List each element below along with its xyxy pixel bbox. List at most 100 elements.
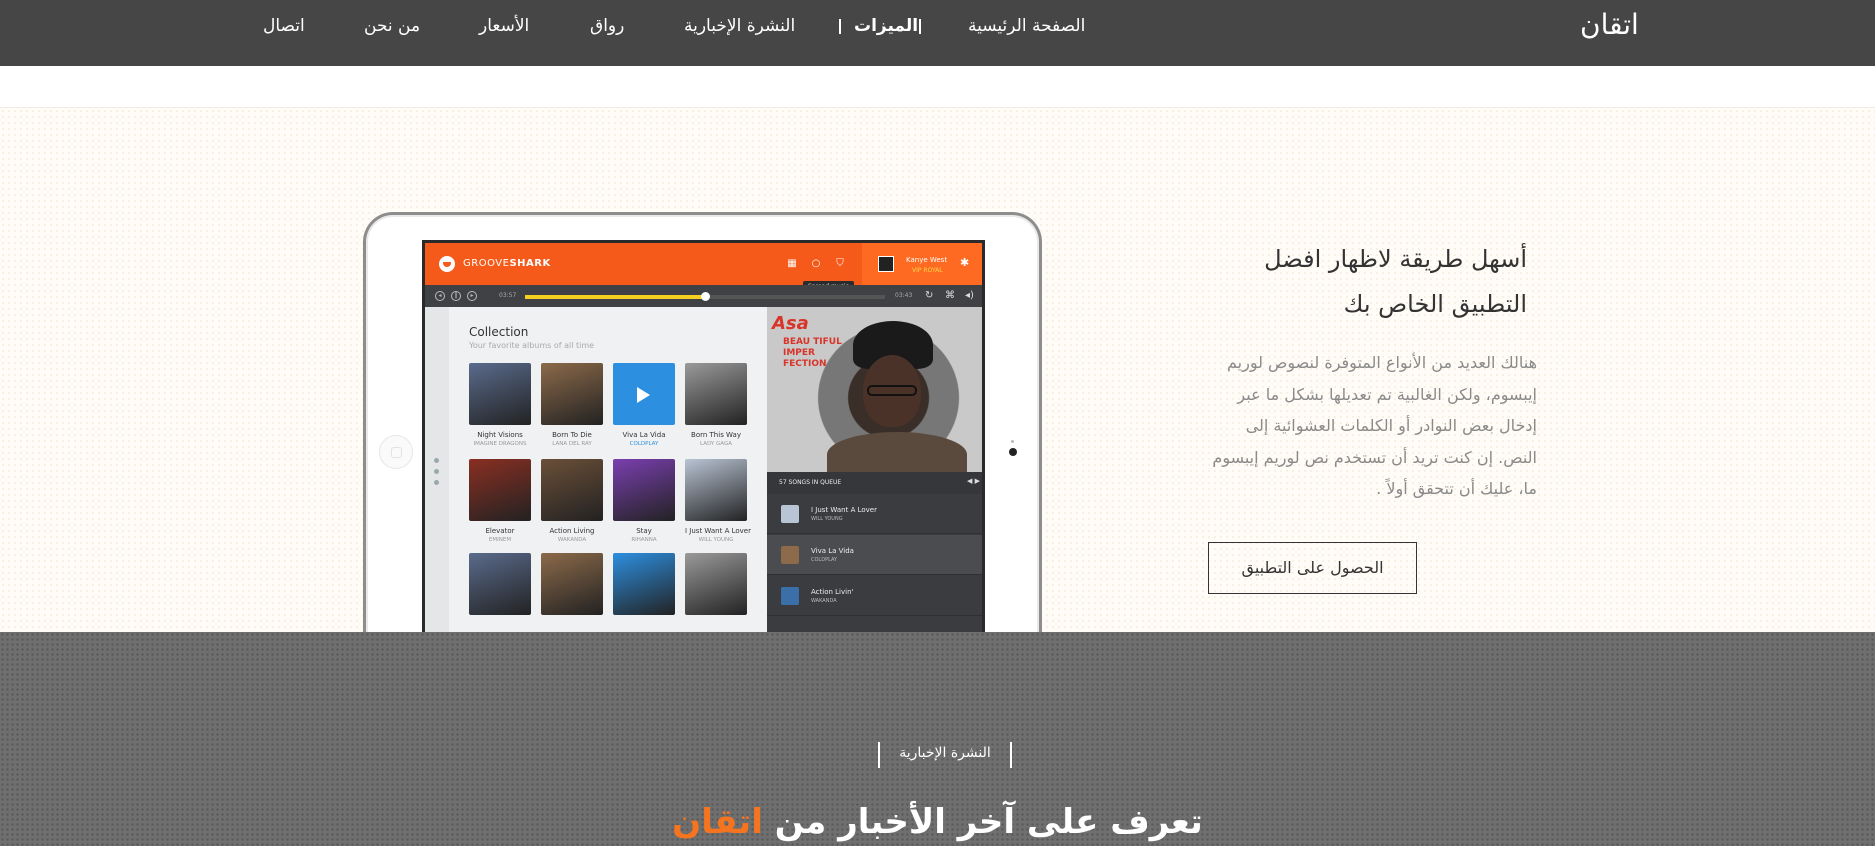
queue-item[interactable]: Action Livin' WAKANDA — [767, 576, 982, 616]
album-title: Action Living — [549, 527, 595, 535]
user-panel[interactable]: Kanye West VIP ROYAL ✱ — [862, 243, 982, 285]
chat-icon[interactable]: ○ — [811, 259, 821, 269]
album-art[interactable] — [469, 363, 531, 425]
album-art[interactable] — [469, 459, 531, 521]
hero-heading-line-1: أسهل طريقة لاظهار افضل — [1264, 245, 1527, 273]
gear-icon[interactable]: ✱ — [960, 256, 969, 269]
menu-dot[interactable] — [434, 458, 439, 463]
queue-count: 57 SONGS IN QUEUE — [779, 479, 842, 486]
album-artist: COLDPLAY — [629, 441, 659, 447]
user-level: VIP ROYAL — [912, 267, 943, 274]
nav-spacer-strip — [0, 66, 1875, 108]
newsletter-tag: النشرة الإخبارية — [878, 742, 1012, 768]
time-elapsed: 03:57 — [499, 292, 517, 299]
album-artist: RIHANNA — [631, 537, 657, 543]
nav-link-gallery[interactable]: رواق — [590, 16, 624, 36]
newsletter-tag-label: النشرة الإخبارية — [899, 745, 991, 761]
shuffle-icon[interactable]: ⌘ — [945, 290, 955, 301]
album-card[interactable] — [541, 553, 603, 615]
tablet-sensor — [1011, 440, 1014, 443]
album-card[interactable] — [469, 553, 531, 615]
nav-link-newsletter[interactable]: النشرة الإخبارية — [684, 16, 795, 36]
album-art[interactable] — [613, 459, 675, 521]
album-card[interactable]: Night Visions IMAGINE DRAGONS — [469, 363, 531, 447]
album-card[interactable]: Action Living WAKANDA — [541, 459, 603, 543]
album-art[interactable] — [541, 459, 603, 521]
top-navigation: اتقان الصفحة الرئيسية الميزات النشرة الإ… — [0, 0, 1875, 66]
album-card[interactable] — [613, 553, 675, 615]
previous-icon[interactable]: ◂ — [435, 291, 445, 301]
queue-title: Action Livin' — [811, 588, 854, 596]
queue-item[interactable]: Viva La Vida COLDPLAY — [767, 535, 982, 575]
repeat-icon[interactable]: ↻ — [925, 290, 933, 301]
album-artist: LADY GAGA — [700, 441, 732, 447]
collection-title: Collection — [469, 325, 529, 339]
newsletter-section: النشرة الإخبارية تعرف على آخر الأخبار من… — [0, 632, 1875, 846]
play-icon[interactable] — [637, 387, 650, 403]
progress-track[interactable] — [525, 292, 885, 301]
album-art[interactable] — [685, 553, 747, 615]
album-artist: IMAGINE DRAGONS — [473, 441, 527, 447]
album-art[interactable] — [613, 363, 675, 425]
album-art[interactable] — [685, 363, 747, 425]
album-card[interactable]: Born To Die LANA DEL RAY — [541, 363, 603, 447]
album-artist: EMINEM — [488, 537, 512, 543]
queue-item[interactable]: I Just Want A Lover WILL YOUNG — [767, 494, 982, 534]
get-app-button[interactable]: الحصول على التطبيق — [1208, 542, 1417, 594]
menu-dot[interactable] — [434, 480, 439, 485]
volume-icon[interactable]: ◂) — [965, 290, 974, 301]
album-art[interactable] — [613, 553, 675, 615]
queue-artist: WILL YOUNG — [811, 516, 843, 522]
album-card[interactable]: Born This Way LADY GAGA — [685, 363, 747, 447]
album-card[interactable]: Elevator EMINEM — [469, 459, 531, 543]
newsletter-headline: تعرف على آخر الأخبار من اتقان — [600, 802, 1275, 842]
queue-title: Viva La Vida — [811, 547, 854, 555]
queue-arrows-icon[interactable]: ◀ ▶ — [967, 477, 980, 485]
progress-knob[interactable] — [701, 292, 710, 301]
user-name: Kanye West — [906, 256, 948, 264]
brand-logo[interactable]: اتقان — [1580, 8, 1639, 41]
album-card[interactable] — [685, 553, 747, 615]
app-left-strip — [425, 307, 449, 645]
tablet-mockup: GROOVESHARK ▦ ○ ⛉ Kanye West VIP ROYAL ✱… — [363, 212, 1042, 645]
queue-thumb — [781, 587, 799, 605]
album-art[interactable] — [541, 363, 603, 425]
grid-icon[interactable]: ▦ — [787, 259, 797, 269]
cart-icon[interactable]: ⛉ — [835, 259, 845, 269]
nav-active-divider-left — [839, 19, 841, 34]
album-art[interactable] — [469, 553, 531, 615]
now-playing-panel: Asa BEAU TIFUL IMPER FECTION 57 SONGS IN… — [767, 307, 982, 645]
album-card[interactable]: Viva La Vida COLDPLAY — [613, 363, 675, 447]
app-brand: GROOVESHARK — [463, 258, 551, 269]
tablet-camera — [1009, 448, 1017, 456]
album-cover-art: Asa BEAU TIFUL IMPER FECTION — [767, 307, 982, 477]
queue-header: 57 SONGS IN QUEUE ◀ ▶ — [767, 472, 982, 494]
next-icon[interactable]: ▸ — [467, 291, 477, 301]
album-title: Stay — [636, 527, 652, 535]
avatar — [878, 256, 894, 272]
album-title: I Just Want A Lover — [685, 527, 751, 535]
queue-artist: WAKANDA — [811, 598, 837, 604]
queue-artist: COLDPLAY — [811, 557, 838, 563]
pause-icon[interactable]: ‖ — [451, 291, 461, 301]
hero-heading-line-2: التطبيق الخاص بك — [1343, 290, 1527, 318]
album-card[interactable]: I Just Want A Lover WILL YOUNG — [685, 459, 751, 543]
nav-link-contact[interactable]: اتصال — [263, 16, 305, 36]
cover-subtitle: BEAU TIFUL IMPER FECTION — [783, 337, 842, 369]
album-artist: WAKANDA — [557, 537, 587, 543]
tablet-home-button — [379, 435, 413, 469]
album-art[interactable] — [685, 459, 747, 521]
nav-link-home[interactable]: الصفحة الرئيسية — [968, 16, 1085, 36]
collection-subtitle: Your favorite albums of all time — [469, 341, 595, 350]
album-title: Born This Way — [691, 431, 741, 439]
cover-title: Asa — [772, 313, 809, 334]
album-art[interactable] — [541, 553, 603, 615]
nav-link-pricing[interactable]: الأسعار — [479, 16, 529, 36]
nav-link-about[interactable]: من نحن — [364, 16, 420, 36]
album-card[interactable]: Stay RIHANNA — [613, 459, 675, 543]
menu-dot[interactable] — [434, 469, 439, 474]
nav-link-features[interactable]: الميزات — [854, 16, 918, 36]
hero-description: هنالك العديد من الأنواع المتوفرة لنصوص ل… — [1212, 353, 1537, 498]
album-title: Night Visions — [477, 431, 523, 439]
player-bar: ◂ ‖ ▸ 03:57 03:43 ↻ ⌘ ◂) — [425, 285, 982, 307]
